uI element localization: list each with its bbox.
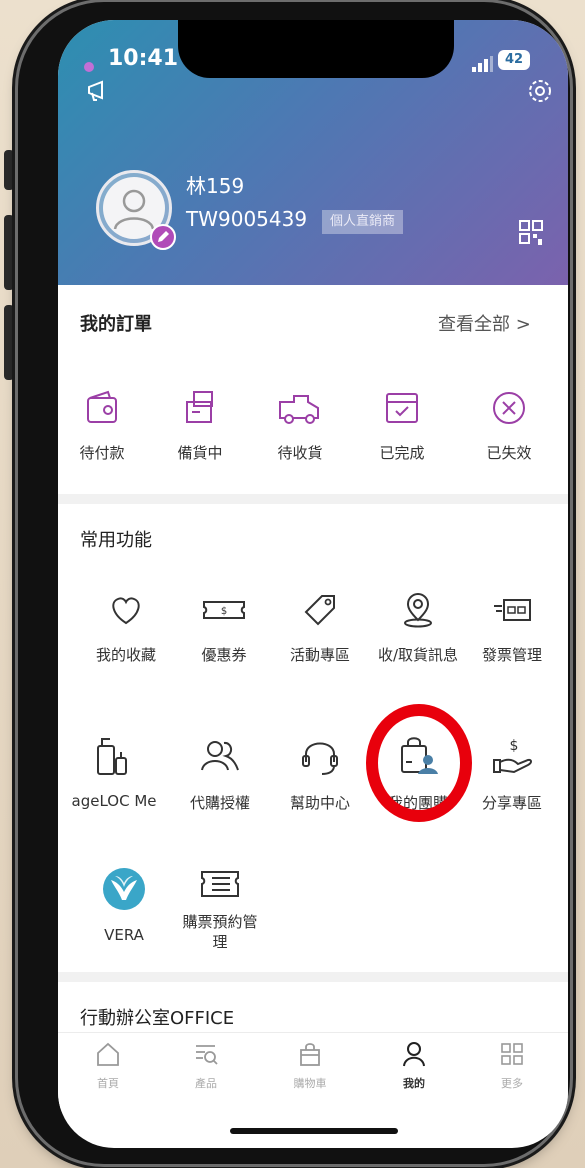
order-status-expired[interactable]: 已失效 xyxy=(474,388,544,463)
function-label: 代購授權 xyxy=(189,794,250,812)
function-purchase-authorization[interactable]: 代購授權 xyxy=(170,734,270,813)
function-label: 購票預約管 理 xyxy=(170,912,270,952)
function-label: 我的收藏 xyxy=(95,646,156,664)
function-label-line: 購票預約管 xyxy=(182,913,258,931)
box-check-icon xyxy=(386,393,418,423)
tab-home[interactable]: 首頁 xyxy=(68,1041,148,1091)
tab-cart[interactable]: 購物車 xyxy=(270,1041,350,1091)
battery-indicator: 42 xyxy=(498,50,530,70)
order-status-label: 已完成 xyxy=(379,444,425,462)
function-label: 幫助中心 xyxy=(289,794,350,812)
volume-down-button xyxy=(4,305,14,380)
cancel-circle-icon xyxy=(493,392,525,424)
bottles-icon xyxy=(97,738,127,775)
tab-label: 產品 xyxy=(195,1077,217,1090)
member-type-badge: 個人直銷商 xyxy=(322,210,404,234)
coupon-icon: $ xyxy=(203,601,245,619)
profile-name: 林159 xyxy=(186,174,245,198)
function-invoice-management[interactable]: 發票管理 xyxy=(464,590,560,665)
grid-icon xyxy=(501,1043,523,1065)
function-label: 優惠券 xyxy=(201,646,247,664)
function-label: VERA xyxy=(104,926,144,944)
bottom-tab-bar: 首頁 產品 購物車 我的 更多 xyxy=(58,1032,568,1112)
order-status-label: 已失效 xyxy=(486,444,532,462)
function-ticket-booking-management[interactable]: 購票預約管 理 xyxy=(170,866,270,952)
order-status-label: 待收貨 xyxy=(277,444,323,462)
wallet-icon xyxy=(87,390,117,423)
person-icon xyxy=(403,1042,425,1067)
qr-code-icon[interactable] xyxy=(519,220,543,246)
headset-icon xyxy=(302,742,338,775)
function-label: 活動專區 xyxy=(289,646,350,664)
phone-frame: 10:41 42 林159 TW9005439 個人直銷商 我的訂單 查看全部 … xyxy=(18,2,570,1164)
profile-header: 10:41 42 林159 TW9005439 個人直銷商 xyxy=(58,20,568,285)
boxes-icon xyxy=(186,391,213,423)
order-status-awaiting-delivery[interactable]: 待收貨 xyxy=(270,388,330,463)
function-delivery-info[interactable]: 收/取貨訊息 xyxy=(368,590,468,665)
gear-icon[interactable] xyxy=(525,76,555,106)
tag-icon xyxy=(304,595,335,626)
section-divider xyxy=(58,494,568,504)
tab-label: 我的 xyxy=(403,1077,425,1090)
function-share-zone[interactable]: $ 分享專區 xyxy=(464,734,560,813)
vera-logo-icon xyxy=(103,868,145,910)
status-time: 10:41 xyxy=(108,46,179,71)
function-promotions[interactable]: 活動專區 xyxy=(270,590,370,665)
tab-me[interactable]: 我的 xyxy=(374,1041,454,1091)
side-button xyxy=(4,150,14,190)
function-label: 分享專區 xyxy=(481,794,542,812)
function-favorites[interactable]: 我的收藏 xyxy=(76,590,176,665)
order-status-label: 待付款 xyxy=(79,444,125,462)
product-search-icon xyxy=(196,1045,218,1065)
home-icon xyxy=(97,1042,119,1066)
notch xyxy=(178,20,454,78)
tab-label: 購物車 xyxy=(293,1077,327,1090)
share-money-icon: $ xyxy=(493,738,532,774)
tab-products[interactable]: 產品 xyxy=(166,1041,246,1091)
megaphone-icon[interactable] xyxy=(86,78,114,104)
signal-icon xyxy=(472,56,493,72)
section-divider xyxy=(58,972,568,982)
ticket-list-icon xyxy=(201,871,239,897)
function-help-center[interactable]: 幫助中心 xyxy=(270,734,370,813)
member-id: TW9005439 xyxy=(186,207,308,231)
orders-section-title: 我的訂單 xyxy=(80,314,152,335)
edit-avatar-button[interactable] xyxy=(150,224,176,250)
order-status-completed[interactable]: 已完成 xyxy=(372,388,432,463)
see-all-orders-link[interactable]: 查看全部 > xyxy=(438,310,531,336)
tab-label: 首頁 xyxy=(97,1077,119,1090)
heart-icon xyxy=(112,597,140,625)
function-label-line: 理 xyxy=(212,933,228,951)
function-label: 發票管理 xyxy=(481,646,542,664)
tab-more[interactable]: 更多 xyxy=(472,1041,552,1091)
office-section-title: 行動辦公室OFFICE xyxy=(80,1008,235,1029)
order-status-preparing[interactable]: 備貨中 xyxy=(170,388,230,463)
app-screen: 10:41 42 林159 TW9005439 個人直銷商 我的訂單 查看全部 … xyxy=(58,20,568,1148)
truck-icon xyxy=(279,395,319,424)
highlight-annotation-circle xyxy=(366,704,472,822)
function-label: ageLOC Me xyxy=(71,792,157,810)
order-status-pending-payment[interactable]: 待付款 xyxy=(72,388,132,463)
pencil-icon xyxy=(158,231,169,242)
tab-label: 更多 xyxy=(501,1077,523,1090)
function-coupons[interactable]: $ 優惠券 xyxy=(176,590,272,665)
function-vera[interactable]: VERA xyxy=(82,866,166,944)
home-indicator xyxy=(230,1128,398,1134)
order-status-label: 備貨中 xyxy=(177,444,223,462)
shopping-bag-icon xyxy=(300,1043,320,1066)
location-pin-icon xyxy=(404,592,432,628)
functions-section-title: 常用功能 xyxy=(80,530,152,551)
notification-dot xyxy=(84,62,94,72)
svg-text:$: $ xyxy=(221,606,227,617)
svg-text:$: $ xyxy=(510,738,519,754)
users-icon xyxy=(201,741,239,771)
function-ageloc-me[interactable]: ageLOC Me xyxy=(62,734,166,810)
function-label: 收/取貨訊息 xyxy=(377,646,459,664)
volume-up-button xyxy=(4,215,14,290)
invoice-icon xyxy=(494,599,531,621)
